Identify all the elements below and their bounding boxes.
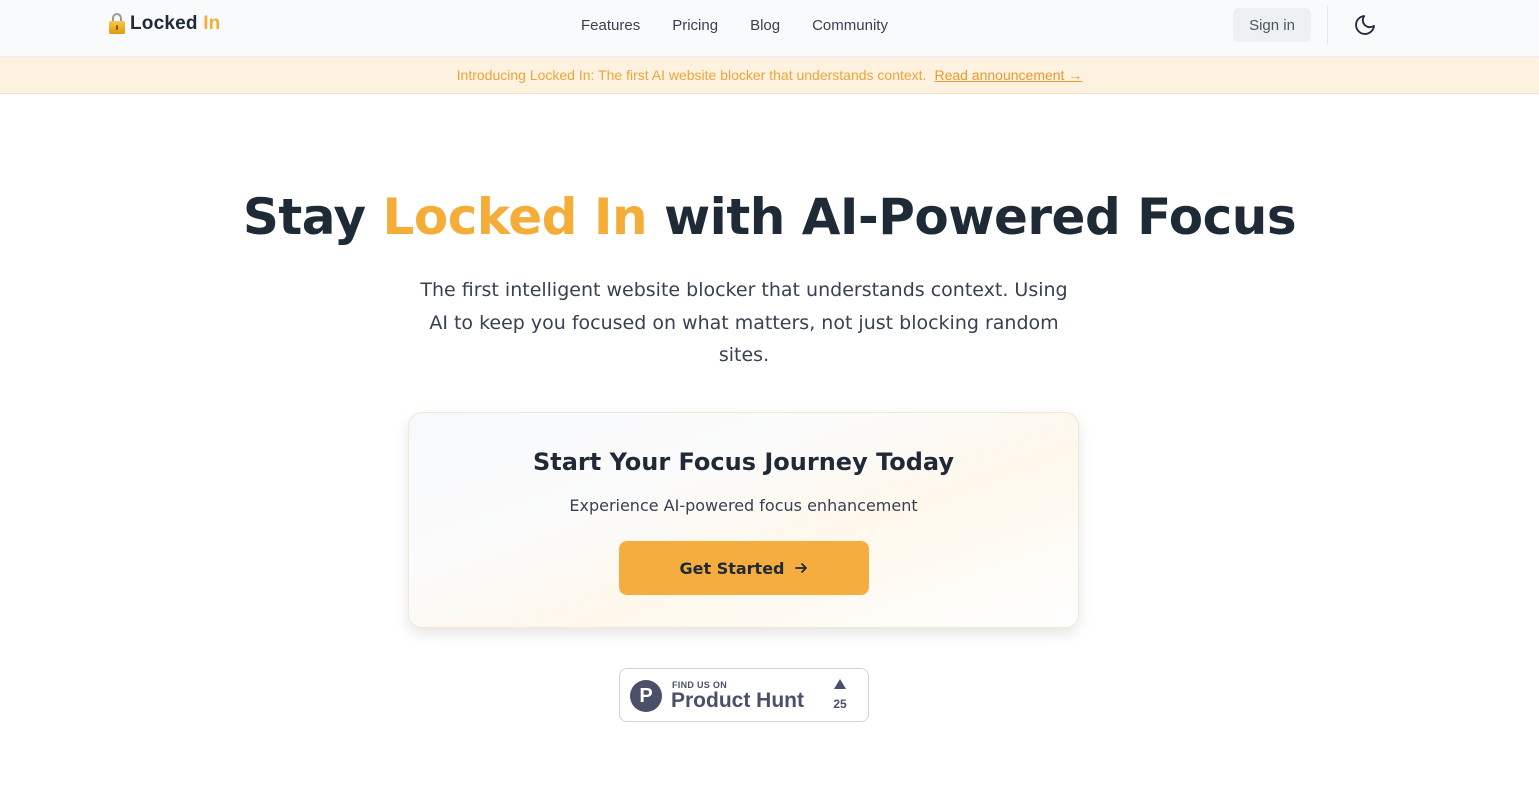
product-hunt-name: Product Hunt [671,689,804,712]
header-divider [1327,6,1328,44]
hero-subtitle: The first intelligent website blocker th… [420,279,1068,366]
moon-icon [1355,15,1375,35]
nav-blog[interactable]: Blog [750,17,780,34]
upvote-count: 25 [833,697,847,711]
announcement-text: Introducing Locked In: The first AI webs… [456,67,927,83]
theme-toggle-button[interactable] [1349,9,1381,41]
announcement-link[interactable]: Read announcement → [934,67,1082,83]
nav-features[interactable]: Features [581,17,640,34]
product-hunt-logo-icon: P [630,680,662,712]
get-started-label: Get Started [679,558,785,578]
get-started-button[interactable]: Get Started [619,541,869,595]
brand-logo[interactable]: Locked In [108,9,221,39]
arrow-right-icon [794,563,807,573]
announcement-bar: Introducing Locked In: The first AI webs… [0,57,1539,94]
cta-card-subtitle: Experience AI-powered focus enhancement [569,496,918,515]
lock-icon [108,12,126,36]
cta-card: Start Your Focus Journey Today Experienc… [408,412,1079,628]
product-hunt-badge[interactable]: P FIND US ON Product Hunt 25 [619,668,869,722]
nav-community[interactable]: Community [812,17,888,34]
hero-title-accent: Locked In [382,188,648,246]
nav-pricing[interactable]: Pricing [672,17,718,34]
hero-title: Stay Locked In with AI-Powered Focus [242,188,1297,246]
upvote-triangle-icon [834,679,846,689]
main-nav: Features Pricing Blog Community [581,0,888,50]
brand-name: Locked In [130,13,221,34]
site-header: Locked In Features Pricing Blog Communit… [0,0,1539,57]
sign-in-button[interactable]: Sign in [1233,8,1311,42]
brand-accent: In [203,13,221,34]
cta-card-title: Start Your Focus Journey Today [532,448,955,476]
